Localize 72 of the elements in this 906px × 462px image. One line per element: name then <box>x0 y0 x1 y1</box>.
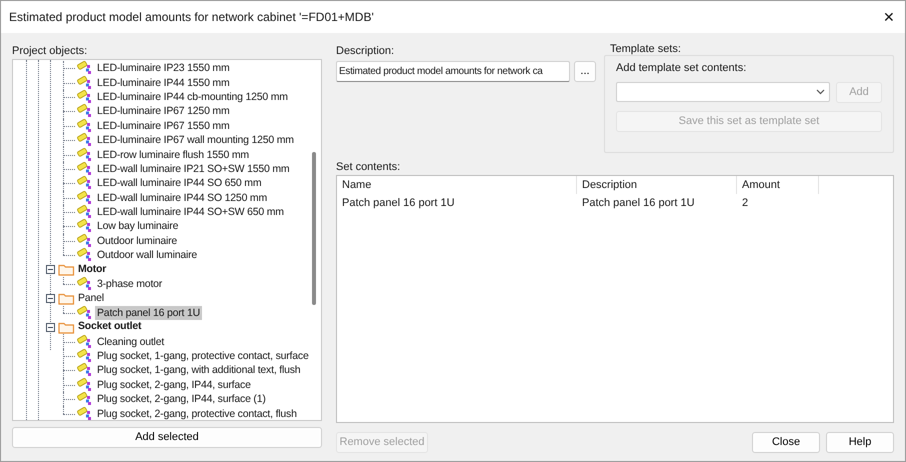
add-selected-button[interactable]: Add selected <box>12 427 322 448</box>
product-icon <box>77 104 93 118</box>
product-icon <box>77 205 93 220</box>
tree-item[interactable]: LED-wall luminaire IP44 SO 650 mm <box>95 176 264 190</box>
tree-item[interactable]: Plug socket, 2-gang, IP44, surface (1) <box>95 392 268 406</box>
product-icon <box>77 133 93 148</box>
tree-item[interactable]: LED-luminaire IP67 wall mounting 1250 mm <box>95 133 296 148</box>
folder-icon <box>58 320 75 334</box>
tree-item[interactable]: Plug socket, 1-gang, protective contact, surface <box>95 349 311 363</box>
close-button[interactable]: Close <box>752 432 820 453</box>
add-template-label: Add template set contents: <box>616 61 748 76</box>
product-icon <box>77 118 93 133</box>
table-cell-text: Patch panel 16 port 1U <box>341 196 456 211</box>
product-icon <box>77 334 93 349</box>
help-button[interactable]: Help <box>826 432 894 453</box>
window-title: Estimated product model amounts for network cabinet '=FD01+MDB' <box>9 9 374 26</box>
product-icon <box>77 90 93 104</box>
tree-item[interactable]: LED-luminaire IP44 1550 mm <box>95 76 232 90</box>
collapse-toggle[interactable] <box>46 294 55 303</box>
product-icon <box>77 148 93 162</box>
tree-item[interactable]: LED-luminaire IP23 1550 mm <box>95 61 232 76</box>
product-icon <box>77 176 93 190</box>
product-icon <box>77 219 93 234</box>
column-header[interactable]: Description <box>577 176 737 194</box>
product-icon <box>77 363 93 378</box>
tree-item[interactable]: LED-luminaire IP44 cb-mounting 1250 mm <box>95 90 290 104</box>
table-cell-text: 2 <box>741 196 750 211</box>
tree-folder[interactable]: Panel <box>78 290 104 306</box>
tree-item[interactable]: Plug socket, 1-gang, with additional text, flush <box>95 363 302 378</box>
tree-item[interactable]: Outdoor luminaire <box>95 234 180 248</box>
product-icon <box>77 190 93 205</box>
product-icon <box>77 349 93 363</box>
chevron-down-icon <box>816 88 825 94</box>
product-icon <box>77 61 93 76</box>
tree-item[interactable]: LED-row luminaire flush 1550 mm <box>95 148 251 162</box>
folder-icon <box>58 292 75 305</box>
product-icon <box>77 306 93 320</box>
collapse-toggle[interactable] <box>46 265 55 274</box>
browse-button[interactable]: ... <box>574 61 596 82</box>
product-icon <box>77 162 93 176</box>
product-icon <box>77 248 93 262</box>
tree-item[interactable]: Plug socket, 2-gang, protective contact, flush <box>95 406 299 420</box>
column-header[interactable]: Amount <box>737 176 819 194</box>
column-header[interactable]: Name <box>337 176 577 194</box>
tree-item[interactable]: LED-luminaire IP67 1550 mm <box>95 118 232 133</box>
tree-item[interactable]: LED-wall luminaire IP44 SO 1250 mm <box>95 190 270 205</box>
tree-item[interactable]: 3-phase motor <box>95 277 164 292</box>
tree-item[interactable]: Outdoor wall luminaire <box>95 248 200 262</box>
table-cell-text: Patch panel 16 port 1U <box>581 196 696 211</box>
group-label: Template sets: <box>610 43 682 55</box>
collapse-toggle[interactable] <box>46 322 55 332</box>
tree-item[interactable]: Plug socket, 2-gang, IP44, surface <box>95 378 253 392</box>
product-icon <box>77 392 93 406</box>
scrollbar-thumb[interactable] <box>312 152 316 305</box>
product-icon <box>77 76 93 90</box>
product-icon <box>77 406 93 420</box>
tree-folder[interactable]: Motor <box>78 262 106 278</box>
product-icon <box>77 234 93 248</box>
tree-item[interactable]: LED-wall luminaire IP21 SO+SW 1550 mm <box>95 162 292 176</box>
section-label: Project objects: <box>12 44 88 59</box>
tree-item[interactable]: LED-luminaire IP67 1250 mm <box>95 104 232 118</box>
description-label: Description: <box>336 44 396 59</box>
product-icon <box>77 378 93 392</box>
tree-item[interactable]: Patch panel 16 port 1U <box>95 306 202 320</box>
description-field[interactable]: Estimated product model amounts for network ca <box>336 61 570 82</box>
tree-item[interactable]: Low bay luminaire <box>95 219 180 234</box>
product-icon <box>77 277 93 292</box>
tree-folder[interactable]: Socket outlet <box>78 319 142 336</box>
set-contents-label: Set contents: <box>336 161 402 174</box>
folder-icon <box>58 263 75 276</box>
tree-item[interactable]: LED-wall luminaire IP44 SO+SW 650 mm <box>95 205 286 220</box>
tree-item[interactable]: Cleaning outlet <box>95 334 166 349</box>
